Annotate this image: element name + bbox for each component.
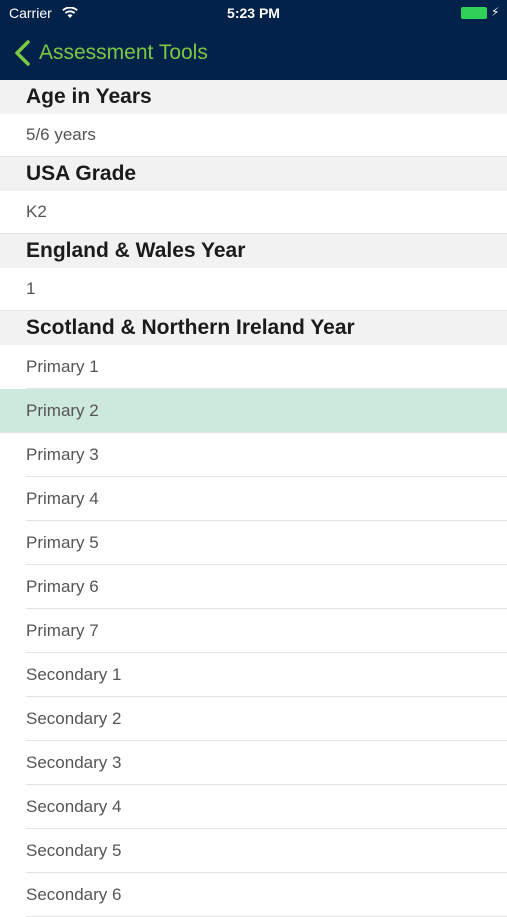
list-item[interactable]: Secondary 1	[0, 653, 507, 697]
england-wales-value: 1	[0, 268, 507, 311]
back-button[interactable]: Assessment Tools	[14, 38, 208, 68]
battery-icon: ⚡	[461, 5, 499, 21]
list-item-label: Secondary 6	[26, 885, 122, 904]
results-list: Age in Years 5/6 years USA Grade K2 Engl…	[0, 80, 507, 917]
navigation-bar: Carrier 5:23 PM ⚡ Assessment Tools	[0, 0, 507, 80]
section-header-scotland-ni: Scotland & Northern Ireland Year	[0, 311, 507, 345]
list-item-label: Secondary 4	[26, 797, 122, 816]
list-item[interactable]: Primary 2	[0, 389, 507, 433]
list-item-label: Secondary 3	[26, 753, 122, 772]
status-bar: Carrier 5:23 PM ⚡	[0, 0, 507, 28]
list-item[interactable]: Primary 5	[0, 521, 507, 565]
chevron-left-icon	[15, 40, 30, 66]
scotland-ni-list: Primary 1 Primary 2 Primary 3 Primary 4 Prim…	[0, 345, 507, 917]
list-item[interactable]: Primary 1	[0, 345, 507, 389]
list-item-label: Primary 4	[26, 489, 99, 508]
usa-grade-value: K2	[0, 191, 507, 234]
list-item-label: Secondary 1	[26, 665, 122, 684]
back-button-label: Assessment Tools	[39, 41, 208, 64]
list-item-label: Primary 2	[26, 401, 99, 420]
list-item[interactable]: Primary 6	[0, 565, 507, 609]
list-item[interactable]: Secondary 6	[0, 873, 507, 917]
list-item-label: Secondary 5	[26, 841, 122, 860]
list-item-label: Secondary 2	[26, 709, 122, 728]
list-item[interactable]: Secondary 3	[0, 741, 507, 785]
list-item[interactable]: Primary 4	[0, 477, 507, 521]
list-item[interactable]: Secondary 5	[0, 829, 507, 873]
list-item-label: Primary 6	[26, 577, 99, 596]
section-header-england-wales: England & Wales Year	[0, 234, 507, 268]
status-time: 5:23 PM	[227, 5, 280, 21]
list-item-label: Primary 3	[26, 445, 99, 464]
list-item[interactable]: Primary 3	[0, 433, 507, 477]
list-item[interactable]: Secondary 4	[0, 785, 507, 829]
age-value: 5/6 years	[0, 114, 507, 157]
list-item-label: Primary 5	[26, 533, 99, 552]
list-item[interactable]: Secondary 2	[0, 697, 507, 741]
list-item-label: Primary 7	[26, 621, 99, 640]
list-item-label: Primary 1	[26, 357, 99, 376]
section-header-age: Age in Years	[0, 80, 507, 114]
section-header-usa-grade: USA Grade	[0, 157, 507, 191]
list-item[interactable]: Primary 7	[0, 609, 507, 653]
